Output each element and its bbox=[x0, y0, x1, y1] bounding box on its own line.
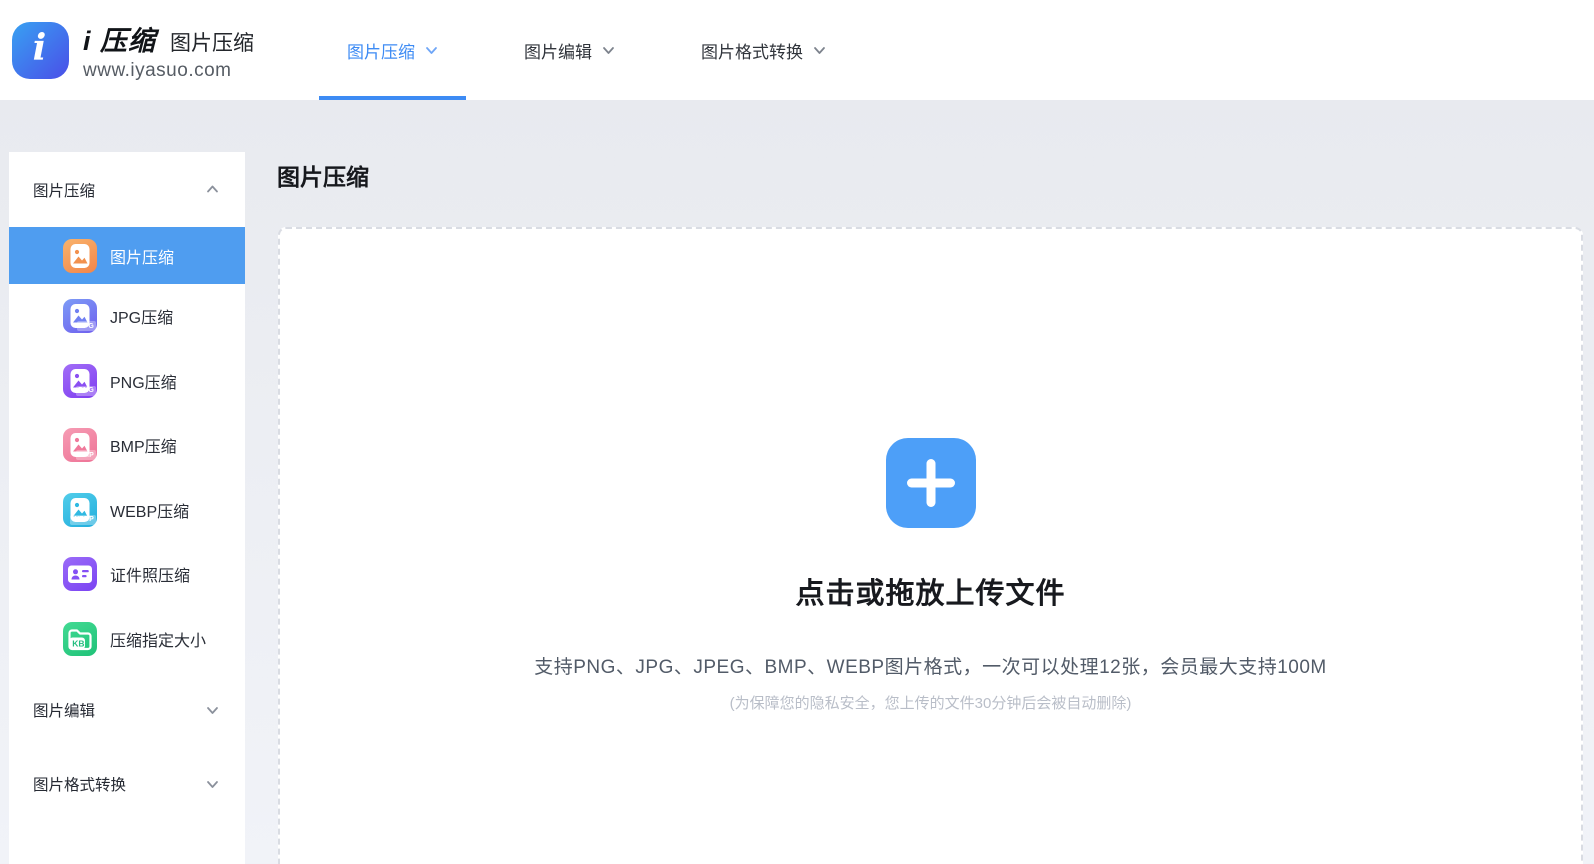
upload-privacy-note: (为保障您的隐私安全，您上传的文件30分钟后会被自动删除) bbox=[730, 692, 1132, 713]
logo-icon: i bbox=[12, 22, 69, 79]
sidebar-section-format-convert[interactable]: 图片格式转换 bbox=[9, 749, 245, 819]
chevron-up-icon bbox=[206, 183, 219, 196]
header: i i 压缩 图片压缩 www.iyasuo.com 图片压缩 图片编辑 图片格… bbox=[0, 0, 1594, 100]
upload-headline: 点击或拖放上传文件 bbox=[795, 570, 1065, 612]
jpg-compress-icon: JPG bbox=[63, 299, 97, 333]
sidebar-item-bmp-compress[interactable]: BMP BMP压缩 bbox=[9, 413, 245, 478]
chevron-down-icon bbox=[206, 704, 219, 717]
brand-url: www.iyasuo.com bbox=[83, 60, 254, 82]
sidebar-item-jpg-compress[interactable]: JPG JPG压缩 bbox=[9, 284, 245, 349]
sidebar-item-compress-to-size[interactable]: KB 压缩指定大小 bbox=[9, 607, 245, 672]
brand-subtitle: 图片压缩 bbox=[170, 27, 254, 57]
logo-letter: i bbox=[33, 30, 47, 66]
top-nav: 图片压缩 图片编辑 图片格式转换 bbox=[343, 0, 830, 100]
sidebar-section-image-edit[interactable]: 图片编辑 bbox=[9, 671, 245, 749]
chevron-down-icon bbox=[602, 44, 615, 57]
id-photo-icon bbox=[63, 557, 97, 591]
nav-item-image-edit[interactable]: 图片编辑 bbox=[520, 0, 619, 100]
chevron-down-icon bbox=[206, 778, 219, 791]
sidebar: 图片压缩 图片压缩 JPG JPG压缩 bbox=[9, 152, 245, 864]
upload-description: 支持PNG、JPG、JPEG、BMP、WEBP图片格式，一次可以处理12张，会员… bbox=[534, 652, 1327, 679]
nav-item-format-convert[interactable]: 图片格式转换 bbox=[697, 0, 830, 100]
brand-logo[interactable]: i i 压缩 图片压缩 www.iyasuo.com bbox=[12, 19, 254, 82]
svg-text:KB: KB bbox=[72, 638, 84, 648]
upload-dropzone[interactable]: 点击或拖放上传文件 支持PNG、JPG、JPEG、BMP、WEBP图片格式，一次… bbox=[278, 227, 1583, 864]
image-compress-icon bbox=[63, 239, 97, 273]
chevron-down-icon bbox=[813, 44, 826, 57]
upload-plus-icon[interactable] bbox=[886, 438, 976, 528]
sidebar-section-image-compress[interactable]: 图片压缩 bbox=[9, 152, 245, 227]
brand-name: i 压缩 bbox=[83, 19, 156, 58]
sidebar-item-id-photo-compress[interactable]: 证件照压缩 bbox=[9, 542, 245, 607]
png-compress-icon: PNG bbox=[63, 364, 97, 398]
page-title: 图片压缩 bbox=[277, 158, 369, 192]
sidebar-item-image-compress[interactable]: 图片压缩 bbox=[9, 227, 245, 284]
brand-text: i 压缩 图片压缩 www.iyasuo.com bbox=[83, 19, 254, 82]
nav-item-image-compress[interactable]: 图片压缩 bbox=[343, 0, 442, 100]
chevron-down-icon bbox=[425, 44, 438, 57]
kb-size-icon: KB bbox=[63, 622, 97, 656]
webp-compress-icon: WEBP bbox=[63, 493, 97, 527]
sidebar-item-webp-compress[interactable]: WEBP WEBP压缩 bbox=[9, 478, 245, 543]
bmp-compress-icon: BMP bbox=[63, 428, 97, 462]
sidebar-item-png-compress[interactable]: PNG PNG压缩 bbox=[9, 349, 245, 414]
